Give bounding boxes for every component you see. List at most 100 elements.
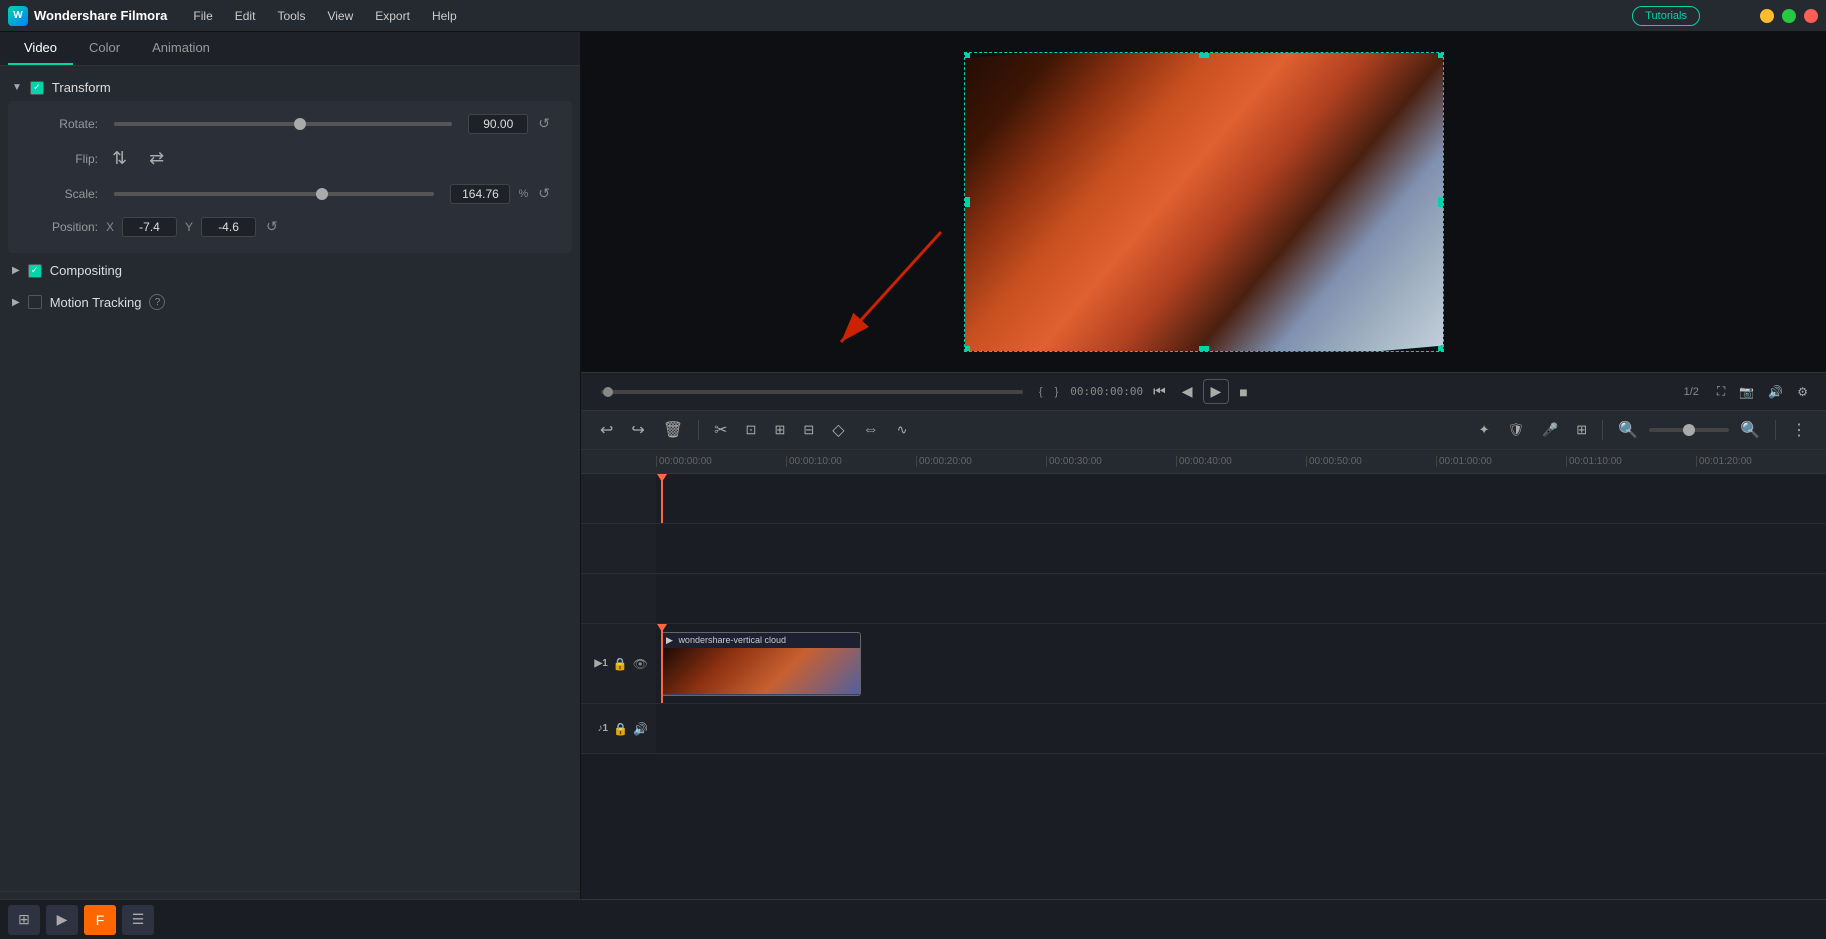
ruler-mark-4: 00:00:40:00 (1176, 456, 1306, 467)
empty-track-1 (581, 474, 1826, 524)
compositing-section: ▶ ✓ Compositing (0, 257, 580, 284)
zoom-out-button[interactable]: 🔍 (1611, 416, 1645, 444)
flip-horizontal-button[interactable]: ⇅ (106, 146, 133, 171)
lock-icon[interactable]: 🔒 (613, 657, 628, 671)
audio-track-area[interactable] (656, 704, 1826, 753)
settings-button[interactable]: ⚙ (1791, 380, 1814, 403)
transition-button[interactable]: ⊞ (1569, 418, 1594, 442)
ruler-mark-8: 00:01:20:00 (1696, 456, 1826, 467)
menu-help[interactable]: Help (422, 5, 467, 27)
compositing-checkbox[interactable]: ✓ (28, 264, 42, 278)
position-y[interactable] (201, 217, 256, 237)
video-clip[interactable]: ▶ wondershare-vertical cloud (661, 632, 861, 696)
rotate-label: Rotate: (28, 117, 98, 131)
audio-waveform-button[interactable]: ∿ (890, 418, 915, 442)
timeline-scrubber[interactable] (601, 390, 1023, 394)
handle-bottom-mid[interactable] (1199, 346, 1209, 352)
mic-button[interactable]: 🎤 (1535, 418, 1565, 442)
motion-tracking-help-icon[interactable]: ? (149, 294, 165, 310)
scale-slider[interactable] (114, 192, 434, 196)
zoom-fit-button[interactable]: ⊞ (767, 418, 792, 442)
fullscreen-button[interactable]: ⛶ (1711, 380, 1731, 403)
motion-tracking-header[interactable]: ▶ Motion Tracking ? (0, 288, 580, 316)
rotate-reset[interactable]: ↺ (536, 113, 552, 134)
handle-top-right[interactable] (1438, 52, 1444, 58)
zoom-slider[interactable] (1649, 428, 1729, 432)
tab-color[interactable]: Color (73, 32, 136, 65)
menu-export[interactable]: Export (365, 5, 420, 27)
effects-button[interactable]: ✦ (1472, 418, 1497, 442)
crop-button[interactable]: ⊡ (739, 418, 764, 442)
ruler-mark-0: 00:00:00:00 (656, 456, 786, 467)
skip-back-button[interactable]: ⏮ (1147, 379, 1172, 404)
stop-button[interactable]: ■ (1233, 380, 1253, 404)
zoom-full-button[interactable]: ⊟ (796, 418, 821, 442)
preview-canvas[interactable] (964, 52, 1444, 352)
audio-lock-icon[interactable]: 🔒 (613, 722, 628, 736)
video-frame (964, 52, 1444, 352)
track-controls-2 (581, 524, 656, 573)
tab-video[interactable]: Video (8, 32, 73, 65)
audio-track: ♪1 🔒 🔊 (581, 704, 1826, 754)
audio-button[interactable]: 🔊 (1762, 380, 1789, 403)
eye-icon[interactable]: 👁 (633, 657, 648, 671)
scrubber-dot (603, 387, 613, 397)
menu-icon[interactable]: ☰ (1738, 9, 1752, 23)
position-reset[interactable]: ↺ (264, 216, 280, 237)
scale-value[interactable] (450, 184, 510, 204)
menu-view[interactable]: View (317, 5, 363, 27)
handle-mid-left[interactable] (964, 197, 970, 207)
menu-edit[interactable]: Edit (225, 5, 266, 27)
handle-top-mid[interactable] (1199, 52, 1209, 58)
delete-button[interactable]: 🗑 (656, 416, 690, 444)
rotate-slider[interactable] (114, 122, 452, 126)
handle-top-left[interactable] (964, 52, 970, 58)
minimize-button[interactable]: − (1760, 9, 1774, 23)
tab-bar: Video Color Animation (0, 32, 580, 66)
marker-button[interactable]: ◇ (825, 416, 851, 444)
position-x[interactable] (122, 217, 177, 237)
tutorials-button[interactable]: Tutorials (1632, 6, 1700, 26)
screenshot-button[interactable]: 📷 (1733, 380, 1760, 403)
scale-row: Scale: % ↺ (28, 183, 552, 204)
menu-file[interactable]: File (183, 5, 222, 27)
redo-button[interactable]: ↪ (624, 416, 651, 444)
toolbar: ↩ ↪ 🗑 ✂ ⊡ ⊞ ⊟ ◇ ⇔ ∿ ✦ 🛡 🎤 ⊞ 🔍 🔍 (581, 410, 1826, 450)
video-track-area[interactable]: ▶ wondershare-vertical cloud (656, 624, 1826, 703)
align-button[interactable]: ⇔ (856, 417, 886, 443)
cut-button[interactable]: ✂ (707, 416, 734, 444)
track-area-3[interactable] (656, 574, 1826, 623)
timeline-settings[interactable]: ⋮ (1784, 416, 1814, 444)
menu-bar: File Edit Tools View Export Help (183, 5, 466, 27)
step-back-button[interactable]: ◀ (1176, 379, 1199, 404)
tab-animation[interactable]: Animation (136, 32, 226, 65)
email-icon[interactable]: ✉ (1716, 9, 1730, 23)
taskbar-app1[interactable]: F (84, 905, 116, 935)
undo-button[interactable]: ↩ (593, 416, 620, 444)
rotate-value[interactable] (468, 114, 528, 134)
track-area-2[interactable] (656, 524, 1826, 573)
handle-bottom-right[interactable] (1438, 346, 1444, 352)
audio-volume-icon[interactable]: 🔊 (633, 722, 648, 736)
maximize-button[interactable]: □ (1782, 9, 1796, 23)
main-area: Video Color Animation ▼ ✓ Transform Rota… (0, 32, 1826, 939)
handle-bottom-left[interactable] (964, 346, 970, 352)
motion-tracking-checkbox[interactable] (28, 295, 42, 309)
taskbar-app2[interactable]: ☰ (122, 905, 154, 935)
track-area-1[interactable] (656, 474, 1826, 523)
menu-tools[interactable]: Tools (267, 5, 315, 27)
transform-header[interactable]: ▼ ✓ Transform (0, 74, 580, 101)
handle-mid-right[interactable] (1438, 197, 1444, 207)
taskbar-browser[interactable]: ▶ (46, 905, 78, 935)
taskbar-start[interactable]: ⊞ (8, 905, 40, 935)
clip-preview (662, 648, 860, 694)
color-button[interactable]: 🛡 (1501, 418, 1532, 442)
close-button[interactable]: × (1804, 9, 1818, 23)
transform-checkbox[interactable]: ✓ (30, 81, 44, 95)
compositing-header[interactable]: ▶ ✓ Compositing (0, 257, 580, 284)
play-button[interactable]: ▶ (1203, 379, 1230, 404)
scale-reset[interactable]: ↺ (536, 183, 552, 204)
transform-chevron: ▼ (12, 82, 22, 93)
zoom-in-button[interactable]: 🔍 (1733, 416, 1767, 444)
flip-vertical-button[interactable]: ⇄ (143, 146, 170, 171)
